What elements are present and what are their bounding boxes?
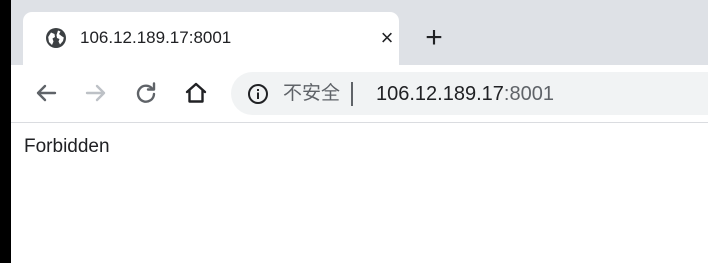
back-button[interactable] [31, 78, 61, 108]
globe-icon [44, 26, 68, 50]
browser-window: 106.12.189.17:8001 × + 不安全 106.12.189.17… [11, 0, 708, 263]
reload-icon [136, 82, 156, 103]
address-bar[interactable]: 不安全 106.12.189.17:8001 [231, 72, 708, 115]
info-icon[interactable] [246, 82, 270, 106]
security-status-label[interactable]: 不安全 [283, 81, 340, 107]
forward-arrow-icon [85, 84, 106, 102]
page-content: Forbidden [11, 123, 708, 263]
close-tab-button[interactable]: × [374, 25, 400, 51]
omnibox-separator [351, 82, 353, 106]
url-host: 106.12.189.17 [376, 83, 504, 105]
new-tab-button[interactable]: + [419, 23, 449, 53]
back-arrow-icon [36, 84, 57, 102]
home-button[interactable] [181, 78, 211, 108]
active-tab[interactable]: 106.12.189.17:8001 × [23, 12, 399, 65]
url-port: :8001 [503, 83, 554, 105]
forward-button[interactable] [81, 78, 111, 108]
tab-strip: 106.12.189.17:8001 × + [11, 0, 708, 65]
navigation-toolbar: 不安全 106.12.189.17:8001 [11, 65, 708, 123]
reload-button[interactable] [131, 78, 161, 108]
forbidden-message: Forbidden [24, 136, 110, 157]
tab-title: 106.12.189.17:8001 [80, 28, 232, 47]
url-text[interactable]: 106.12.189.17:8001 [376, 81, 554, 107]
home-icon [185, 82, 207, 103]
